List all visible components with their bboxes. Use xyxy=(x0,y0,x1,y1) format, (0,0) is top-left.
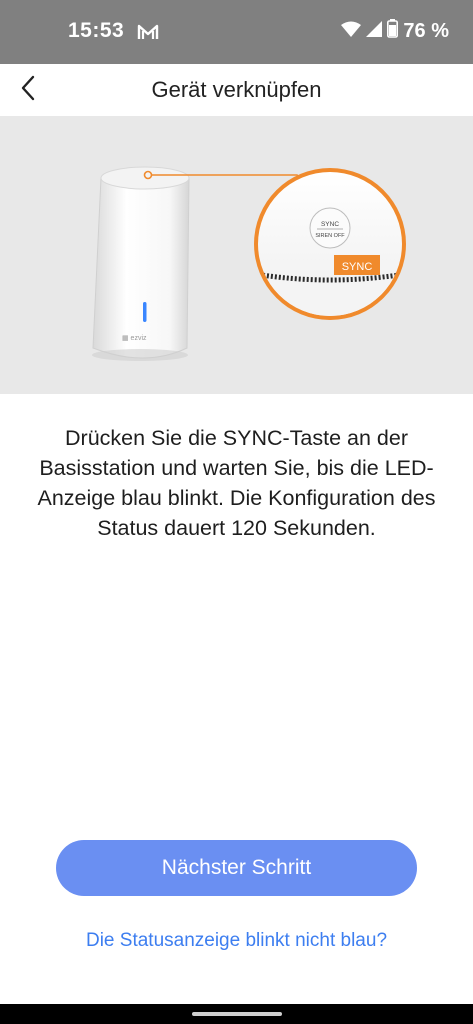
status-time: 15:53 xyxy=(68,19,125,42)
led-indicator xyxy=(143,302,147,322)
sync-tag-label: SYNC xyxy=(342,261,373,273)
base-station-image: ▦ ezviz SYNC SIREN OFF SYNC xyxy=(92,166,406,361)
instruction-text: Drücken Sie die SYNC-Taste an der Basiss… xyxy=(37,426,436,540)
button-text-sync: SYNC xyxy=(321,221,339,228)
wifi-icon xyxy=(341,21,362,42)
home-gesture-handle[interactable] xyxy=(192,1012,282,1016)
button-text-siren: SIREN OFF xyxy=(315,233,345,239)
signal-icon xyxy=(366,20,383,42)
system-navigation-bar xyxy=(0,1004,473,1024)
battery-icon xyxy=(387,19,399,43)
battery-percentage: 76 % xyxy=(403,19,449,42)
page-title: Gerät verknüpfen xyxy=(151,77,322,102)
header: Gerät verknüpfen xyxy=(0,64,473,116)
brand-logo: ▦ ezviz xyxy=(122,335,147,342)
next-step-button[interactable]: Nächster Schritt xyxy=(56,840,417,896)
status-indicators: 76 % xyxy=(341,19,449,43)
status-bar: 15:53 76 % xyxy=(0,0,473,64)
device-illustration: ▦ ezviz SYNC SIREN OFF SYNC xyxy=(0,116,473,394)
mail-icon xyxy=(137,22,159,42)
status-led-help-link[interactable]: Die Statusanzeige blinkt nicht blau? xyxy=(0,930,473,952)
